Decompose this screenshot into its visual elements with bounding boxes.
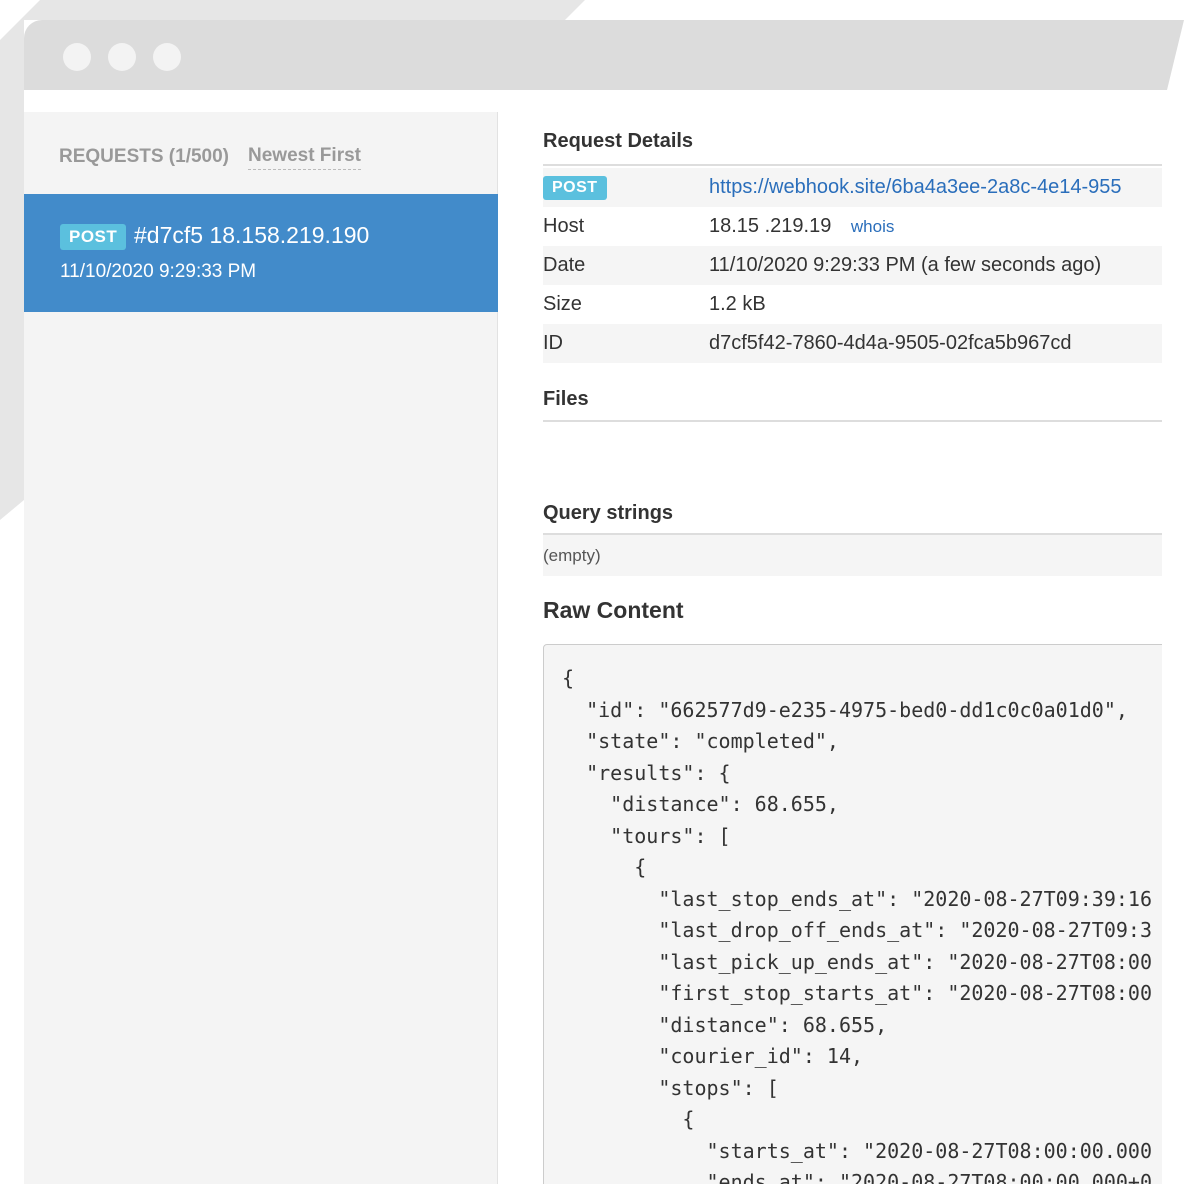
window-title-bar [24,20,1184,90]
raw-content-box[interactable]: { "id": "662577d9-e235-4975-bed0-dd1c0c0… [543,644,1162,1184]
request-details-panel: Request Details POST https://webhook.sit… [543,90,1162,1184]
host-value-group: 18.15 .219.19 whois [709,215,894,238]
id-value: d7cf5f42-7860-4d4a-9505-02fca5b967cd [709,332,1072,354]
request-date: 11/10/2020 9:29:33 PM [60,261,257,282]
sort-order-toggle[interactable]: Newest First [248,145,361,170]
host-value: 18.15 .219.19 [709,215,832,237]
request-title: #d7cf5 18.158.219.190 [134,222,370,248]
browser-frame: REQUESTS (1/500) Newest First POST #d7cf… [0,0,1184,1184]
query-strings-empty: (empty) [543,535,1162,576]
divider [543,420,1162,422]
host-label: Host [543,215,585,237]
method-badge: POST [543,176,607,200]
detail-row-id: ID d7cf5f42-7860-4d4a-9505-02fca5b967cd [543,324,1162,363]
requests-heading: REQUESTS (1/500) [59,146,229,167]
empty-text: (empty) [543,546,601,565]
detail-row-host: Host 18.15 .219.19 whois [543,207,1162,246]
divider [543,164,1162,166]
request-list-item[interactable]: POST #d7cf5 18.158.219.190 11/10/2020 9:… [24,194,498,312]
method-badge: POST [60,224,127,250]
raw-content-json: { "id": "662577d9-e235-4975-bed0-dd1c0c0… [562,666,1153,1184]
window-minimize-dot[interactable] [108,43,136,71]
detail-row-url: POST https://webhook.site/6ba4a3ee-2a8c-… [543,168,1162,207]
detail-row-size: Size 1.2 kB [543,285,1162,324]
date-value: 11/10/2020 9:29:33 PM (a few seconds ago… [709,254,1102,276]
raw-content-title: Raw Content [543,597,684,623]
request-details-title: Request Details [543,130,694,152]
files-title: Files [543,388,589,410]
app-content: REQUESTS (1/500) Newest First POST #d7cf… [24,90,1162,1184]
request-url-link[interactable]: https://webhook.site/6ba4a3ee-2a8c-4e14-… [709,176,1122,199]
size-label: Size [543,293,582,315]
query-strings-title: Query strings [543,502,674,524]
detail-row-date: Date 11/10/2020 9:29:33 PM (a few second… [543,246,1162,285]
window-maximize-dot[interactable] [153,43,181,71]
id-label: ID [543,332,563,354]
size-value: 1.2 kB [709,293,766,315]
window-close-dot[interactable] [63,43,91,71]
requests-sidebar: REQUESTS (1/500) Newest First POST #d7cf… [24,112,498,1184]
whois-link[interactable]: whois [851,217,894,236]
date-label: Date [543,254,586,276]
